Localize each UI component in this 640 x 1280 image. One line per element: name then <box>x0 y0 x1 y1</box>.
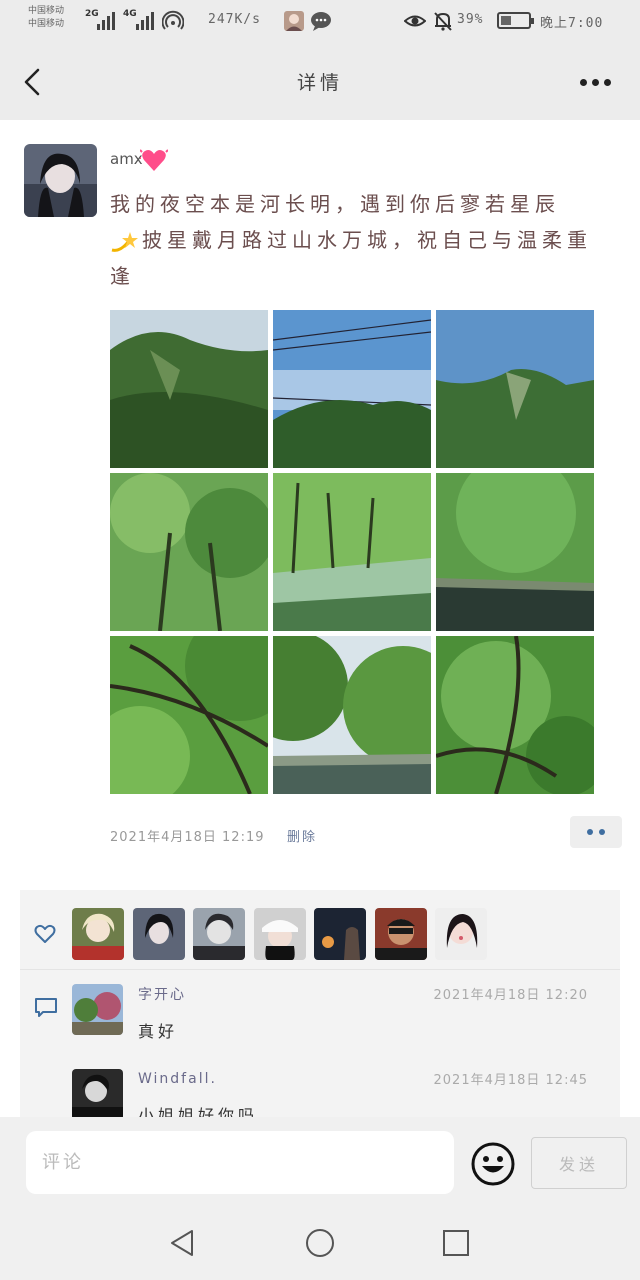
menu-dot-icon <box>587 829 593 835</box>
comment-input[interactable] <box>26 1131 454 1194</box>
dizzy-star-icon <box>111 231 138 252</box>
nav-header: 详情 <box>0 44 640 120</box>
commenter-avatar-2[interactable] <box>72 1069 123 1120</box>
nav-recents-icon[interactable] <box>438 1225 474 1261</box>
battery-percent: 39% <box>457 12 484 27</box>
post-text-line-2: 披星戴月路过山水万城，祝自己与温柔重逢 <box>110 222 610 294</box>
liker-avatar-2[interactable] <box>133 908 185 960</box>
post-text: 我的夜空本是河长明，遇到你后寥若星辰 披星戴月路过山水万城，祝自己与温柔重逢 <box>110 186 610 294</box>
interaction-panel: 字开心 2021年4月18日 12:20 真好 Windfall. 2021年4… <box>20 890 620 1125</box>
photo-8[interactable] <box>273 636 431 794</box>
like-comment-menu-button[interactable] <box>570 816 622 848</box>
comment-time: 2021年4月18日 12:20 <box>433 988 588 1003</box>
liker-avatar-4[interactable] <box>254 908 306 960</box>
post-text-line-2-text: 披星戴月路过山水万城，祝自己与温柔重逢 <box>110 228 592 288</box>
carrier-labels: 中国移动 中国移动 <box>28 5 64 31</box>
photo-grid <box>110 310 595 794</box>
send-button[interactable]: 发送 <box>531 1137 627 1189</box>
signal-1-icon <box>97 10 115 30</box>
photo-6[interactable] <box>436 473 594 631</box>
system-nav-bar <box>0 1207 640 1280</box>
photo-7[interactable] <box>110 636 268 794</box>
liker-avatar-6[interactable] <box>375 908 427 960</box>
more-dot-icon <box>604 78 611 86</box>
delete-link[interactable]: 删除 <box>287 826 317 845</box>
liker-avatar-3[interactable] <box>193 908 245 960</box>
signal-2-icon <box>136 10 154 30</box>
comment-bar: 发送 <box>0 1117 640 1207</box>
nav-back-icon[interactable] <box>164 1225 200 1261</box>
comment-author[interactable]: Windfall. <box>138 1071 217 1087</box>
carrier-1: 中国移动 <box>28 6 65 16</box>
more-dot-icon <box>592 78 599 86</box>
author-name[interactable]: amx <box>110 150 143 168</box>
clock: 晚上7:00 <box>540 16 604 31</box>
liker-avatar-5[interactable] <box>314 908 366 960</box>
liker-avatar-7[interactable] <box>435 908 487 960</box>
comment-author[interactable]: 字开心 <box>138 984 186 1004</box>
photo-3[interactable] <box>436 310 594 468</box>
comment-time: 2021年4月18日 12:45 <box>433 1073 588 1088</box>
post-text-line-1: 我的夜空本是河长明，遇到你后寥若星辰 <box>110 192 560 216</box>
carrier-2: 中国移动 <box>28 19 65 29</box>
battery-icon <box>497 12 534 29</box>
photo-9[interactable] <box>436 636 594 794</box>
comment-bubble-icon <box>35 998 57 1017</box>
nav-home-icon[interactable] <box>302 1225 338 1261</box>
commenter-avatar-1[interactable] <box>72 984 123 1035</box>
likes-row <box>20 890 620 970</box>
page-title: 详情 <box>296 72 343 94</box>
liker-avatar-1[interactable] <box>72 908 124 960</box>
emoji-smile-icon[interactable] <box>470 1141 516 1187</box>
network-speed: 247K/s <box>208 12 261 27</box>
more-options-button[interactable] <box>580 70 614 94</box>
network-2-label: 4G <box>123 9 137 19</box>
menu-dot-icon <box>599 829 605 835</box>
comment-text: 真好 <box>138 1022 179 1041</box>
post-timestamp: 2021年4月18日 12:19 <box>110 830 265 845</box>
photo-2[interactable] <box>273 310 431 468</box>
photo-4[interactable] <box>110 473 268 631</box>
photo-5[interactable] <box>273 473 431 631</box>
message-icon <box>311 12 331 31</box>
eye-comfort-icon <box>404 15 426 27</box>
author-avatar[interactable] <box>24 144 97 217</box>
app-avatar-icon <box>284 11 304 31</box>
pink-heart-icon <box>140 149 168 171</box>
mute-icon <box>434 12 452 31</box>
photo-1[interactable] <box>110 310 268 468</box>
more-dot-icon <box>580 78 587 86</box>
hotspot-icon <box>162 10 184 30</box>
heart-outline-icon <box>34 924 56 943</box>
status-bar: 中国移动 中国移动 2G 4G 247K/s 39% 晚上7:00 <box>0 0 640 44</box>
